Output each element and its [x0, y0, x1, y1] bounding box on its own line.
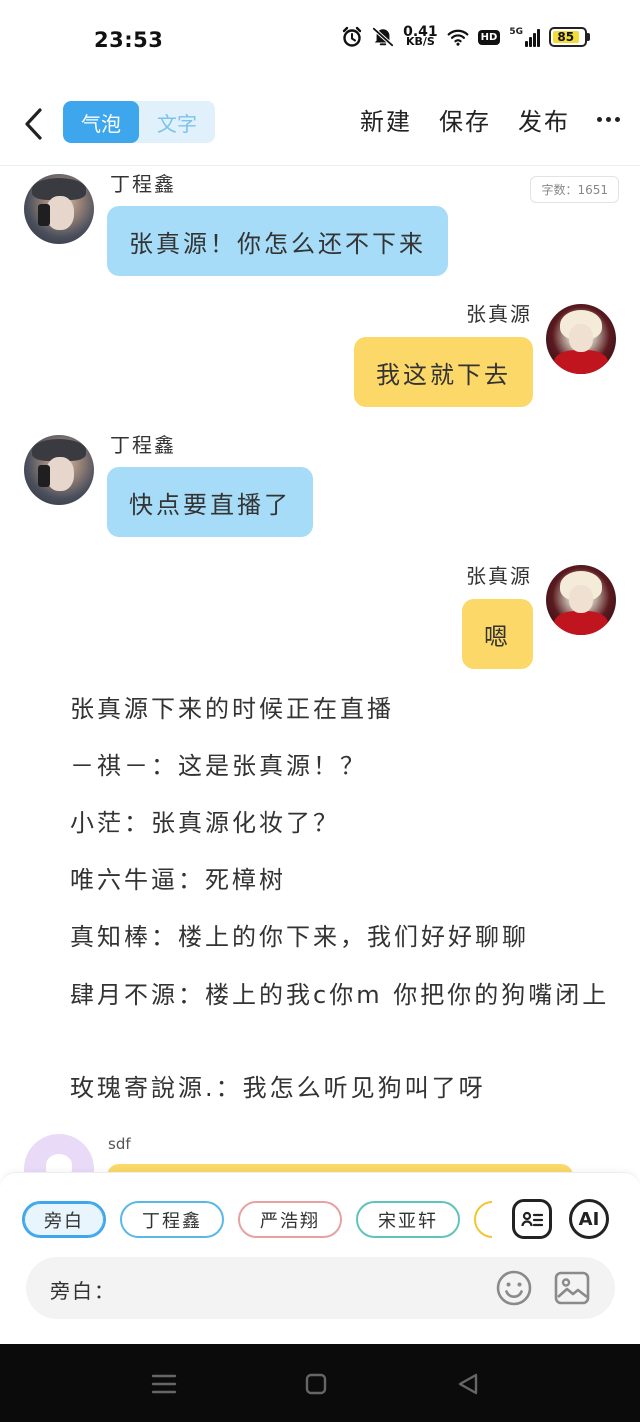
status-time: 23:53	[94, 28, 164, 52]
back-icon[interactable]	[448, 1369, 488, 1399]
hd-icon: HD	[477, 29, 501, 45]
sender-name: 丁程鑫	[110, 433, 176, 457]
mode-toggle: 气泡 文字	[63, 101, 215, 143]
wifi-icon	[447, 26, 469, 48]
character-chip[interactable]: 严浩翔	[238, 1201, 342, 1238]
alarm-icon	[341, 26, 363, 48]
narration-line[interactable]: 玫瑰寄說源.：我怎么听见狗叫了呀	[26, 1070, 618, 1106]
message-bubble[interactable]: 嗯	[462, 599, 533, 669]
narration-line[interactable]: 张真源下来的时候正在直播	[26, 691, 618, 727]
character-selector: 旁白 丁程鑫 严浩翔 宋亚轩 张	[22, 1201, 492, 1239]
message-bubble[interactable]: 快点要直播了	[107, 467, 313, 537]
net-speed: 0.41 KB/S	[403, 24, 438, 48]
signal-bar	[537, 29, 540, 47]
message-bubble[interactable]	[107, 1164, 573, 1172]
mute-icon	[372, 26, 394, 48]
image-icon[interactable]	[553, 1269, 591, 1307]
signal-bar	[525, 41, 528, 47]
new-button[interactable]: 新建	[360, 102, 412, 137]
sender-name: 张真源	[466, 302, 532, 326]
publish-button[interactable]: 发布	[518, 102, 570, 137]
status-bar: 23:53 0.41 KB/S HD 5G 85	[0, 0, 640, 80]
word-count: 字数：1651	[530, 176, 619, 203]
character-chip[interactable]: 张	[474, 1201, 492, 1238]
more-icon[interactable]	[597, 105, 620, 135]
avatar[interactable]	[24, 174, 94, 244]
status-icons: 0.41 KB/S HD 5G 85	[341, 24, 590, 48]
tab-bubble[interactable]: 气泡	[63, 101, 139, 143]
sender-name: sdf	[108, 1135, 131, 1153]
sender-name: 丁程鑫	[110, 172, 176, 196]
avatar[interactable]	[546, 565, 616, 635]
header-actions: 新建 保存 发布	[360, 102, 620, 137]
tab-text[interactable]: 文字	[139, 101, 215, 143]
chevron-left-icon	[25, 108, 42, 140]
message-bubble[interactable]: 我这就下去	[354, 337, 533, 407]
message-bubble[interactable]: 张真源！你怎么还不下来	[107, 206, 448, 276]
message-input[interactable]	[136, 1269, 496, 1307]
character-chip[interactable]: 丁程鑫	[120, 1201, 224, 1238]
narration-line[interactable]: －祺－：这是张真源！？	[26, 748, 618, 784]
narration-line[interactable]: 真知棒：楼上的你下来，我们好好聊聊	[26, 919, 618, 955]
avatar[interactable]	[546, 304, 616, 374]
battery-icon: 85	[549, 27, 590, 47]
input-speaker-label: 旁白：	[50, 1279, 116, 1303]
sender-name: 张真源	[466, 564, 532, 588]
narration-line[interactable]: 唯六牛逼：死樟树	[26, 862, 618, 898]
character-chip-narrator[interactable]: 旁白	[22, 1201, 106, 1238]
ai-button[interactable]: AI	[569, 1199, 609, 1239]
avatar[interactable]	[24, 1134, 94, 1172]
signal-bar	[533, 33, 536, 47]
contact-card-icon[interactable]	[512, 1199, 552, 1239]
avatar[interactable]	[24, 435, 94, 505]
composer-panel: 旁白 丁程鑫 严浩翔 宋亚轩 张 AI 旁白：	[0, 1172, 640, 1344]
battery-level: 85	[553, 30, 579, 44]
back-button[interactable]	[18, 104, 48, 144]
signal-bar	[529, 37, 532, 47]
home-icon[interactable]	[296, 1369, 336, 1399]
input-bar: 旁白：	[26, 1257, 615, 1319]
system-nav-bar	[0, 1344, 640, 1422]
save-button[interactable]: 保存	[439, 102, 491, 137]
narration-line[interactable]: 小茫：张真源化妆了？	[26, 805, 618, 841]
menu-icon[interactable]	[144, 1369, 184, 1399]
character-chip[interactable]: 宋亚轩	[356, 1201, 460, 1238]
emoji-icon[interactable]	[495, 1269, 533, 1307]
narration-line[interactable]: 肆月不源：楼上的我c你m 你把你的狗嘴闭上	[26, 977, 618, 1013]
signal-icon: 5G	[509, 27, 540, 47]
top-toolbar: 气泡 文字 新建 保存 发布	[0, 80, 640, 166]
chat-area[interactable]: 字数：1651 丁程鑫 张真源！你怎么还不下来 张真源 我这就下去 丁程鑫 快点…	[0, 167, 640, 1172]
